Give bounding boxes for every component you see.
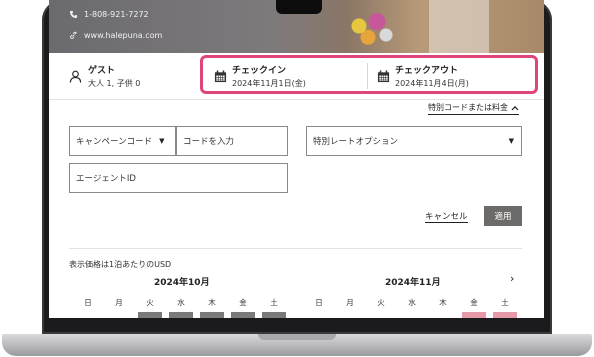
price-note: 表示価格は1泊あたりのUSD — [69, 260, 172, 269]
agent-id-placeholder: エージェントID — [76, 174, 136, 184]
weekday-fri: 金 — [470, 298, 478, 307]
next-month-arrow-icon[interactable]: › — [510, 272, 514, 285]
chevron-up-icon — [511, 105, 519, 110]
agent-id-input[interactable]: エージェントID — [69, 163, 288, 193]
website-url: www.halepuna.com — [84, 31, 163, 40]
special-code-label: 特別コードまたは料金 — [428, 103, 508, 112]
special-rate-select[interactable]: 特別レートオプション ▼ — [306, 126, 522, 156]
month-title-october: 2024年10月 — [154, 278, 210, 288]
calendar-day[interactable] — [231, 312, 255, 318]
weekday-mon: 月 — [346, 298, 354, 307]
weekday-thu: 木 — [208, 298, 216, 307]
special-rate-label: 特別レートオプション — [313, 137, 399, 147]
link-icon — [69, 31, 77, 39]
camera-notch — [276, 0, 322, 14]
weekday-wed: 水 — [177, 298, 185, 307]
website-contact[interactable]: www.halepuna.com — [69, 31, 162, 40]
phone-icon — [69, 10, 78, 19]
laptop-base-groove — [258, 334, 336, 340]
calendar-day[interactable] — [262, 312, 286, 318]
weekday-sat: 土 — [501, 298, 509, 307]
cancel-button[interactable]: キャンセル — [425, 210, 468, 223]
booking-bar: ゲスト 大人 1, 子供 0 チェックイン 2024年11月1日(金) チェック… — [49, 53, 544, 100]
phone-number: 1-808-921-7272 — [84, 10, 149, 19]
calendar-day-selected[interactable] — [493, 312, 517, 318]
weekday-wed: 水 — [408, 298, 416, 307]
code-input-placeholder: コードを入力 — [183, 137, 235, 147]
caret-down-icon: ▼ — [159, 137, 165, 145]
campaign-code-select[interactable]: キャンペーンコード ▼ — [69, 126, 176, 156]
person-icon — [69, 70, 82, 83]
hero-door — [429, 0, 489, 53]
special-code-toggle[interactable]: 特別コードまたは料金 — [428, 102, 519, 115]
weekday-sat: 土 — [270, 298, 278, 307]
phone-contact[interactable]: 1-808-921-7272 — [69, 10, 149, 19]
weekday-tue: 火 — [377, 298, 385, 307]
caret-down-icon: ▼ — [508, 137, 514, 145]
code-input[interactable]: コードを入力 — [176, 126, 288, 156]
weekday-sun: 日 — [84, 298, 92, 307]
calendar-day[interactable] — [169, 312, 193, 318]
weekday-sun: 日 — [315, 298, 323, 307]
section-divider — [69, 248, 522, 249]
weekday-thu: 木 — [439, 298, 447, 307]
calendar-day[interactable] — [138, 312, 162, 318]
guest-value: 大人 1, 子供 0 — [88, 79, 141, 88]
calendar-day-selected[interactable] — [462, 312, 486, 318]
weekday-mon: 月 — [115, 298, 123, 307]
guest-label: ゲスト — [88, 66, 116, 76]
campaign-code-label: キャンペーンコード — [76, 137, 153, 147]
screen: 1-808-921-7272 www.halepuna.com ゲスト 大人 1… — [49, 0, 544, 318]
apply-button[interactable]: 適用 — [484, 206, 522, 226]
weekday-tue: 火 — [146, 298, 154, 307]
dates-highlight — [200, 55, 538, 94]
weekday-fri: 金 — [239, 298, 247, 307]
calendar-day[interactable] — [200, 312, 224, 318]
guest-selector[interactable]: ゲスト 大人 1, 子供 0 — [69, 53, 140, 99]
hero-flowers — [341, 8, 401, 53]
month-title-november: 2024年11月 — [385, 278, 441, 288]
